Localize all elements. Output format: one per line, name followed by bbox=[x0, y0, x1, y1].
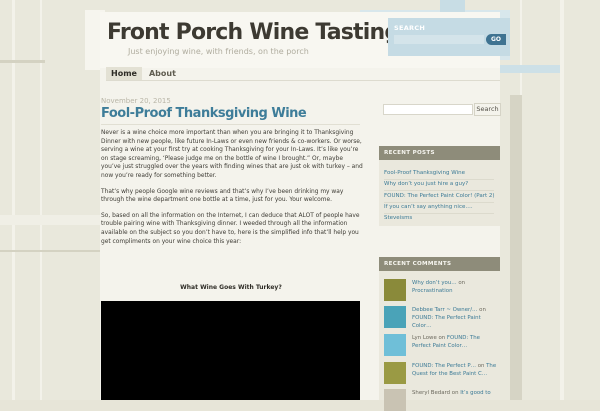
commenter-avatar[interactable] bbox=[384, 334, 406, 356]
recent-post-divider bbox=[384, 179, 494, 180]
background-stripe bbox=[0, 60, 45, 63]
comment-on: on bbox=[479, 307, 486, 313]
recent-post-divider bbox=[384, 190, 494, 191]
post-body: Never is a wine choice more important th… bbox=[101, 129, 363, 253]
header-search-label: SEARCH bbox=[394, 24, 426, 32]
commenter-avatar[interactable] bbox=[384, 389, 406, 411]
nav-divider bbox=[106, 80, 500, 81]
recent-posts-heading: RECENT POSTS bbox=[379, 146, 500, 160]
recent-post-link[interactable]: Steveisms bbox=[384, 215, 412, 221]
video-embed[interactable] bbox=[101, 301, 360, 400]
nav-item-home[interactable]: Home bbox=[106, 67, 142, 80]
main-nav: Home About bbox=[106, 67, 181, 80]
post-paragraph: That’s why people Google wine reviews an… bbox=[101, 188, 344, 204]
site-title[interactable]: Front Porch Wine Tasting bbox=[107, 20, 400, 45]
comment-text: FOUND: The Perfect P… on The Quest for t… bbox=[412, 362, 500, 378]
background-stripe bbox=[560, 0, 564, 400]
comment-author[interactable]: Debbee Tarr ~ Owner/… bbox=[412, 307, 477, 313]
recent-comments-heading: RECENT COMMENTS bbox=[379, 257, 500, 271]
commenter-avatar[interactable] bbox=[384, 362, 406, 384]
comment-text: Why don’t you… on Procrastination bbox=[412, 279, 500, 295]
comment-on: on bbox=[438, 335, 446, 341]
comment-text: Debbee Tarr ~ Owner/… on FOUND: The Perf… bbox=[412, 306, 500, 330]
comment-text: Sheryl Bedard on It’s good to bbox=[412, 389, 500, 397]
post-paragraph: So, based on all the information on the … bbox=[101, 212, 360, 245]
recent-post-link[interactable]: Fool-Proof Thanksgiving Wine bbox=[384, 170, 465, 176]
comment-post-link[interactable]: Procrastination bbox=[412, 288, 453, 294]
header-search-input[interactable] bbox=[394, 35, 484, 44]
comment-item: Lyn Lowe on FOUND: The Perfect Paint Col… bbox=[384, 334, 499, 356]
nav-item-about[interactable]: About bbox=[144, 67, 181, 80]
title-divider bbox=[101, 124, 360, 125]
recent-post-divider bbox=[384, 202, 494, 203]
comment-author[interactable]: Why don’t you… bbox=[412, 280, 457, 286]
comment-item: Why don’t you… on Procrastination bbox=[384, 279, 499, 301]
comment-item: FOUND: The Perfect P… on The Quest for t… bbox=[384, 362, 499, 384]
background-stripe bbox=[510, 95, 522, 400]
recent-post-link[interactable]: FOUND: The Perfect Paint Color! (Part 2) bbox=[384, 193, 495, 199]
post-subheading: What Wine Goes With Turkey? bbox=[180, 284, 282, 291]
recent-post-divider bbox=[384, 213, 494, 214]
recent-post-link[interactable]: Why don’t you just hire a guy? bbox=[384, 181, 468, 187]
background-stripe bbox=[0, 250, 100, 252]
comment-author: Sheryl Bedard bbox=[412, 390, 451, 396]
background-block bbox=[500, 65, 560, 73]
commenter-avatar[interactable] bbox=[384, 279, 406, 301]
comment-item: Debbee Tarr ~ Owner/… on FOUND: The Perf… bbox=[384, 306, 500, 330]
sidebar-search-button[interactable]: Search bbox=[474, 103, 501, 116]
commenter-avatar[interactable] bbox=[384, 306, 406, 328]
comment-post-link[interactable]: It’s good to bbox=[460, 390, 491, 396]
header-search-go-button[interactable]: GO bbox=[486, 34, 506, 45]
comment-on: on bbox=[458, 280, 466, 286]
comment-text: Lyn Lowe on FOUND: The Perfect Paint Col… bbox=[412, 334, 500, 350]
comment-author[interactable]: FOUND: The Perfect P… bbox=[412, 363, 476, 369]
recent-post-link[interactable]: If you can’t say anything nice…. bbox=[384, 204, 473, 210]
site-tagline: Just enjoying wine, with friends, on the… bbox=[128, 47, 309, 56]
sidebar-search-input[interactable] bbox=[383, 104, 473, 115]
post-title[interactable]: Fool-Proof Thanksgiving Wine bbox=[101, 106, 307, 121]
comment-on: on bbox=[477, 363, 485, 369]
comment-item: Sheryl Bedard on It’s good to bbox=[384, 389, 499, 411]
post-date: November 20, 2015 bbox=[101, 97, 171, 105]
background-stripe bbox=[0, 215, 100, 225]
comment-author: Lyn Lowe bbox=[412, 335, 437, 341]
comment-post-link[interactable]: FOUND: The Perfect Paint Color… bbox=[412, 315, 481, 329]
post-paragraph: Never is a wine choice more important th… bbox=[101, 130, 363, 179]
comment-on: on bbox=[451, 390, 459, 396]
